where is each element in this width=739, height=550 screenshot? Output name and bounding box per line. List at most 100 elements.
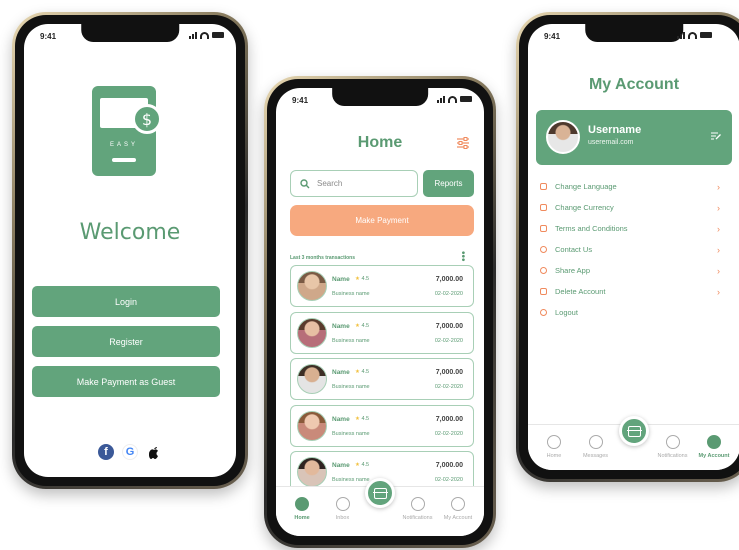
menu-label: Share App (555, 266, 591, 275)
logout-icon (540, 309, 547, 316)
currency-icon (540, 204, 547, 211)
facebook-icon[interactable]: f (98, 444, 114, 460)
account-menu: Change Language › Change Currency › Term… (540, 176, 720, 323)
battery-icon (700, 32, 712, 38)
tab-notifications[interactable]: Notifications (653, 425, 693, 470)
avatar (297, 271, 327, 301)
app-logo: $ EASY (92, 86, 162, 176)
user-icon (707, 435, 721, 449)
bell-icon (665, 435, 680, 449)
signal-icon (189, 31, 197, 39)
battery-icon (212, 32, 224, 38)
google-icon[interactable]: G (122, 444, 138, 460)
logo-bar (112, 158, 136, 162)
home-icon (295, 497, 309, 511)
transaction-row[interactable]: Name ★ 4.5 Business name 7,000.00 02-02-… (290, 265, 474, 307)
make-payment-button[interactable]: Make Payment (290, 205, 474, 236)
menu-terms[interactable]: Terms and Conditions › (540, 218, 720, 239)
home-icon (547, 435, 561, 449)
tab-inbox-label: Inbox (335, 515, 350, 521)
filter-icon[interactable] (456, 136, 470, 150)
welcome-title: Welcome (79, 220, 181, 245)
scan-icon (626, 425, 642, 437)
home-screen: 9:41 Home Search Reports Make Payment La… (276, 88, 484, 536)
chevron-right-icon: › (717, 181, 720, 192)
rating: ★ 4.5 (355, 462, 369, 468)
username: Username (588, 124, 642, 136)
login-button[interactable]: Login (32, 286, 220, 317)
avatar (297, 457, 327, 487)
business-name: Business name (332, 384, 370, 390)
account-phone: 9:41 My Account Username useremail.com C… (516, 12, 739, 482)
wifi-icon (200, 31, 209, 39)
rating-value: 4.5 (361, 369, 370, 375)
scan-button[interactable] (619, 416, 649, 446)
menu-label: Change Currency (555, 203, 614, 212)
transaction-date: 02-02-2020 (434, 337, 463, 344)
chat-icon (588, 435, 603, 449)
tab-inbox[interactable]: Inbox (323, 487, 363, 536)
rating-value: 4.5 (361, 462, 370, 468)
tab-account[interactable]: My Account (694, 425, 734, 470)
status-time: 9:41 (40, 32, 57, 41)
transaction-row[interactable]: Name ★ 4.5 Business name 7,000.00 02-02-… (290, 404, 474, 447)
chevron-right-icon: › (717, 244, 720, 255)
reports-button[interactable]: Reports (423, 170, 474, 197)
avatar (297, 364, 327, 394)
bell-icon (410, 497, 425, 511)
edit-icon[interactable] (711, 132, 721, 140)
chevron-right-icon: › (717, 202, 720, 213)
logo-text: EASY (109, 142, 138, 148)
transaction-date: 02-02-2020 (434, 384, 463, 390)
tab-notifications[interactable]: Notifications (398, 487, 438, 536)
avatar (546, 120, 580, 154)
status-icons (437, 95, 472, 103)
rating: ★ 4.5 (355, 416, 369, 422)
scan-icon (372, 487, 388, 499)
notch (585, 24, 683, 42)
rating: ★ 4.5 (355, 276, 369, 282)
tab-account[interactable]: My Account (438, 487, 478, 536)
tab-home[interactable]: Home (282, 487, 322, 536)
rating: ★ 4.5 (355, 323, 369, 329)
transaction-row[interactable]: Name ★ 4.5 Business name 7,000.00 02-02-… (290, 311, 474, 354)
menu-change-currency[interactable]: Change Currency › (540, 197, 720, 218)
transaction-amount: 7,000.00 (435, 369, 463, 376)
menu-delete-account[interactable]: Delete Account › (540, 281, 720, 302)
user-delete-icon (540, 288, 547, 295)
document-icon (540, 225, 547, 232)
social-login: f G (24, 444, 236, 460)
tab-messages-label: Messages (582, 453, 609, 459)
search-icon (300, 178, 310, 188)
transaction-amount: 7,000.00 (435, 276, 463, 283)
menu-contact-us[interactable]: Contact Us › (540, 239, 720, 260)
menu-logout[interactable]: Logout (540, 302, 720, 323)
search-input[interactable]: Search (290, 170, 418, 197)
dollar-coin-icon: $ (132, 104, 162, 134)
battery-icon (460, 96, 472, 102)
welcome-phone: 9:41 $ EASY Welcome Login Register Make … (12, 12, 248, 489)
home-phone: 9:41 Home Search Reports Make Payment La… (264, 76, 496, 548)
transaction-name: Name (332, 369, 350, 376)
apple-icon[interactable] (146, 444, 162, 460)
menu-change-language[interactable]: Change Language › (540, 176, 720, 197)
transaction-row[interactable]: Name ★ 4.5 Business name 7,000.00 02-02-… (290, 358, 474, 400)
tab-home-label: Home (294, 515, 310, 521)
chevron-right-icon: › (717, 223, 720, 234)
tab-account-label: My Account (698, 453, 730, 459)
star-icon: ★ (355, 276, 360, 282)
scan-button[interactable] (365, 478, 395, 508)
chevron-right-icon: › (717, 286, 720, 297)
business-name: Business name (332, 291, 370, 297)
guest-payment-button[interactable]: Make Payment as Guest (32, 366, 220, 397)
menu-share-app[interactable]: Share App › (540, 260, 720, 281)
transactions-list: Name ★ 4.5 Business name 7,000.00 02-02-… (290, 265, 474, 498)
more-options-icon[interactable]: ••• (457, 251, 468, 262)
transaction-amount: 7,000.00 (435, 462, 463, 469)
register-button[interactable]: Register (32, 326, 220, 357)
tab-messages[interactable]: Messages (576, 425, 616, 470)
business-name: Business name (332, 430, 370, 437)
star-icon: ★ (355, 462, 360, 468)
tab-home[interactable]: Home (534, 425, 574, 470)
status-time: 9:41 (292, 96, 309, 105)
